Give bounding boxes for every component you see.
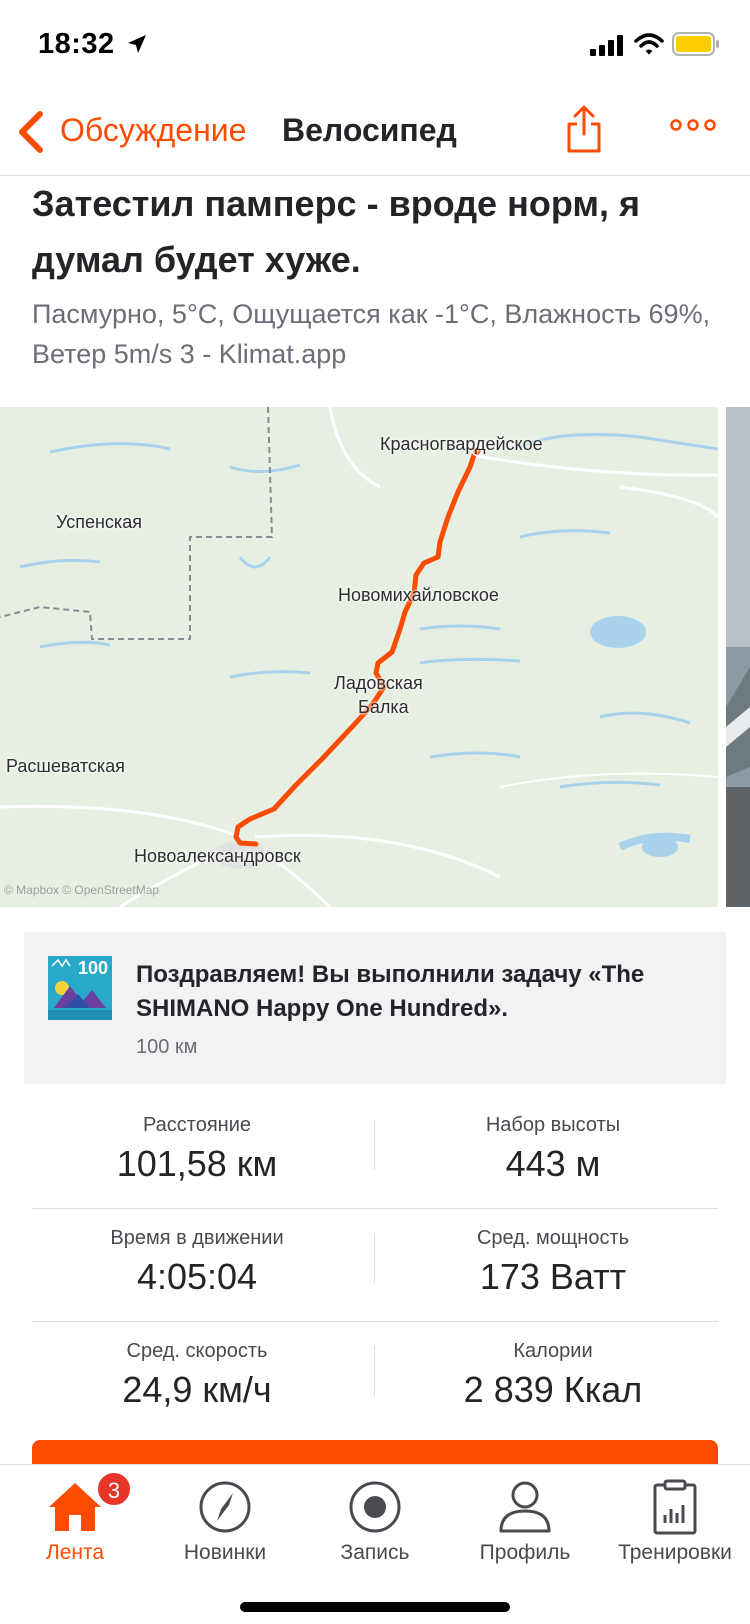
tab-label: Тренировки: [618, 1541, 732, 1564]
cellular-signal-icon: [590, 35, 623, 56]
challenge-badge-icon: 100: [48, 956, 112, 1020]
stat-value: 24,9 км/ч: [122, 1369, 272, 1410]
more-options-icon[interactable]: [670, 118, 716, 132]
stat-label: Сред. мощность: [476, 1227, 630, 1249]
record-icon: [349, 1481, 401, 1533]
stat-elevation-gain: Набор высоты 443 м: [388, 1096, 718, 1185]
achievement-distance: 100 км: [136, 1036, 198, 1058]
route-map[interactable]: Красногвардейское Успенская Новомихайлов…: [0, 407, 718, 907]
tab-explore[interactable]: Новинки: [150, 1465, 300, 1585]
status-bar: 18:32: [0, 0, 750, 90]
map-label-ladovskaya: Ладовская: [334, 673, 423, 693]
tab-label: Профиль: [479, 1541, 571, 1564]
stat-moving-time: Время в движении 4:05:04: [32, 1209, 362, 1298]
map-label-novomikhaylovskoe: Новомихайловское: [338, 585, 499, 605]
badge-number: 100: [77, 958, 108, 978]
compass-icon: [199, 1481, 251, 1533]
map-label-novoaleksandrovsk: Новоалександровск: [134, 846, 301, 866]
navigation-bar: Обсуждение Велосипед: [0, 90, 750, 176]
tab-profile[interactable]: Профиль: [450, 1465, 600, 1585]
map-label-balka: Балка: [358, 697, 409, 717]
battery-icon: [672, 32, 719, 56]
stat-divider: [374, 1346, 375, 1396]
stats-row: Время в движении 4:05:04 Сред. мощность …: [32, 1209, 718, 1322]
stat-avg-speed: Сред. скорость 24,9 км/ч: [32, 1322, 362, 1411]
stat-label: Время в движении: [110, 1227, 284, 1249]
stat-value: 173 Ватт: [479, 1256, 627, 1297]
achievement-card[interactable]: 100 Поздравляем! Вы выполнили задачу «Th…: [24, 932, 726, 1084]
tab-bar: 3 Лента Новинки Запись Профиль Тренировк…: [0, 1464, 750, 1624]
stat-label: Расстояние: [142, 1114, 252, 1136]
share-icon[interactable]: [566, 104, 602, 154]
stat-avg-power: Сред. мощность 173 Ватт: [388, 1209, 718, 1298]
stat-divider: [374, 1120, 375, 1170]
location-arrow-icon: [128, 35, 146, 53]
map-label-rasshevatskaya: Расшеватская: [6, 756, 125, 776]
home-indicator[interactable]: [240, 1602, 510, 1612]
tab-label: Лента: [45, 1541, 105, 1564]
activity-description: Пасмурно, 5°C, Ощущается как -1°C, Влажн…: [32, 299, 711, 369]
map-label-uspenskaya: Успенская: [56, 512, 142, 532]
back-chevron-icon[interactable]: [16, 110, 46, 154]
stats-row: Расстояние 101,58 км Набор высоты 443 м: [32, 1096, 718, 1209]
stat-value: 101,58 км: [116, 1143, 278, 1184]
profile-icon: [499, 1481, 551, 1533]
map-background: [0, 407, 718, 907]
tab-feed[interactable]: 3 Лента: [0, 1465, 150, 1585]
stat-value: 4:05:04: [136, 1256, 258, 1297]
tab-label: Запись: [340, 1541, 410, 1564]
stat-value: 2 839 Ккал: [463, 1369, 643, 1410]
tab-label: Новинки: [183, 1541, 267, 1564]
stat-calories: Калории 2 839 Ккал: [388, 1322, 718, 1411]
stats-row: Сред. скорость 24,9 км/ч Калории 2 839 К…: [32, 1322, 718, 1435]
stat-divider: [374, 1233, 375, 1283]
stat-distance: Расстояние 101,58 км: [32, 1096, 362, 1185]
tab-record[interactable]: Запись: [300, 1465, 450, 1585]
achievement-text: Поздравляем! Вы выполнили задачу «The SH…: [136, 961, 645, 1022]
back-button[interactable]: Обсуждение: [60, 112, 246, 149]
stat-value: 443 м: [505, 1143, 601, 1184]
notification-badge: 3: [96, 1471, 132, 1507]
status-time: 18:32: [38, 28, 115, 60]
map-attribution: © Mapbox © OpenStreetMap: [4, 883, 160, 897]
activity-stats: Расстояние 101,58 км Набор высоты 443 м …: [32, 1096, 718, 1435]
stat-label: Сред. скорость: [126, 1340, 268, 1362]
tab-training[interactable]: Тренировки: [600, 1465, 750, 1585]
stat-label: Калории: [513, 1340, 593, 1362]
map-label-krasnogvardeyskoe: Красногвардейское: [380, 434, 543, 454]
page-title: Велосипед: [282, 112, 457, 148]
stat-label: Набор высоты: [485, 1114, 621, 1136]
wifi-icon: [634, 33, 664, 55]
activity-photo-peek[interactable]: [726, 407, 750, 907]
training-plan-icon: [653, 1479, 697, 1535]
activity-title: Затестил памперс - вроде норм, я думал б…: [32, 183, 640, 280]
